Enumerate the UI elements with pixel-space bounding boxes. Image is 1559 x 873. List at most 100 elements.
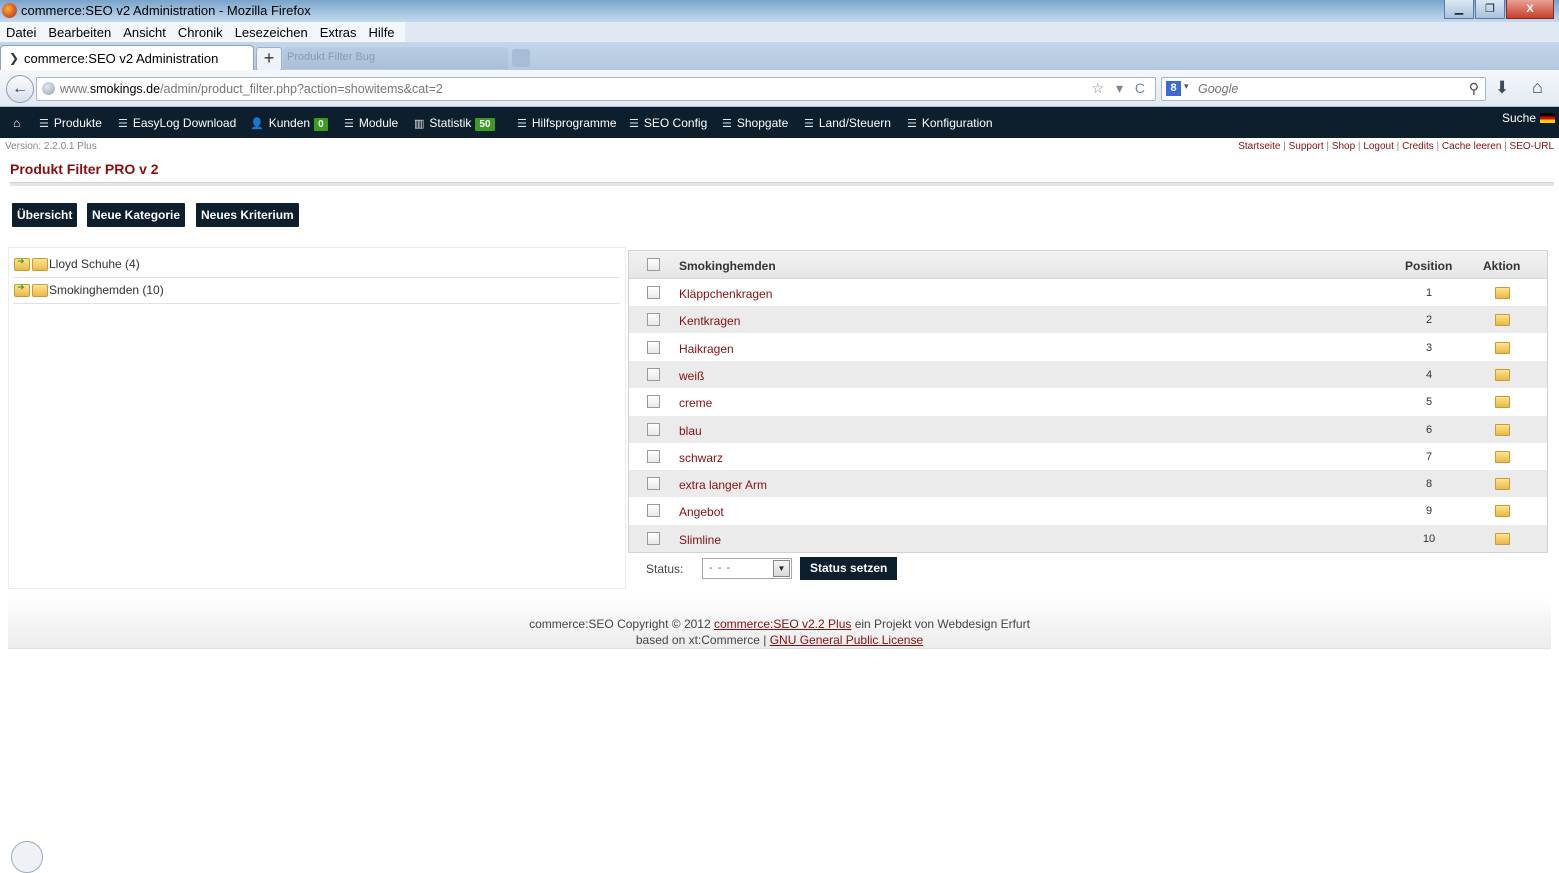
table-row[interactable]: Kläppchenkragen 1 bbox=[629, 279, 1547, 306]
url-bar[interactable]: www.smokings.de/admin/product_filter.php… bbox=[36, 77, 1156, 101]
row-name-link[interactable]: Kentkragen bbox=[679, 314, 740, 328]
row-checkbox[interactable] bbox=[647, 477, 660, 491]
menu-chronik[interactable]: Chronik bbox=[172, 22, 229, 42]
tab-list-button[interactable] bbox=[512, 49, 530, 67]
link-shop[interactable]: Shop bbox=[1332, 141, 1355, 152]
row-name-link[interactable]: Haikragen bbox=[679, 342, 734, 356]
nav-module[interactable]: ☰ Module bbox=[344, 116, 398, 130]
status-select[interactable]: - - - ▼ bbox=[702, 558, 792, 579]
search-link[interactable]: Suche bbox=[1502, 111, 1555, 125]
new-criterion-button[interactable]: Neues Kriterium bbox=[196, 203, 299, 227]
row-checkbox[interactable] bbox=[647, 504, 660, 518]
search-icon[interactable]: ⚲ bbox=[1469, 80, 1479, 97]
row-checkbox[interactable] bbox=[647, 395, 660, 409]
tree-item-label[interactable]: Lloyd Schuhe (4) bbox=[49, 257, 140, 271]
row-name-link[interactable]: Angebot bbox=[679, 505, 724, 519]
open-folder-icon[interactable] bbox=[14, 282, 30, 297]
row-checkbox[interactable] bbox=[647, 313, 660, 327]
row-checkbox[interactable] bbox=[647, 367, 660, 381]
footer-commerceseo-link[interactable]: commerce:SEO v2.2 Plus bbox=[714, 617, 851, 631]
nav-produkte[interactable]: ☰ Produkte bbox=[39, 116, 102, 130]
admin-home-icon[interactable]: ⌂ bbox=[13, 116, 20, 130]
edit-folder-icon[interactable] bbox=[1495, 287, 1510, 299]
page-title: Produkt Filter PRO v 2 bbox=[10, 161, 159, 177]
open-folder-icon[interactable] bbox=[14, 256, 30, 271]
nav-easylog[interactable]: ☰ EasyLog Download bbox=[118, 116, 236, 130]
table-row[interactable]: schwarz 7 bbox=[629, 443, 1547, 470]
overview-button[interactable]: Übersicht bbox=[12, 203, 78, 227]
link-logout[interactable]: Logout bbox=[1363, 141, 1394, 152]
menu-datei[interactable]: Datei bbox=[0, 22, 42, 42]
menu-ansicht[interactable]: Ansicht bbox=[117, 22, 172, 42]
menu-extras[interactable]: Extras bbox=[314, 22, 363, 42]
row-checkbox[interactable] bbox=[647, 340, 660, 354]
tree-item[interactable]: Lloyd Schuhe (4) bbox=[13, 252, 620, 278]
edit-folder-icon[interactable] bbox=[1495, 341, 1510, 354]
link-support[interactable]: Support bbox=[1289, 141, 1324, 152]
minimize-button[interactable]: ▁ bbox=[1444, 0, 1474, 19]
maximize-button[interactable]: ❐ bbox=[1475, 0, 1505, 19]
tree-item[interactable]: Smokinghemden (10) bbox=[13, 278, 620, 304]
tab-admin[interactable]: ❯ commerce:SEO v2 Administration bbox=[0, 45, 254, 71]
edit-folder-icon[interactable] bbox=[1495, 314, 1510, 327]
row-name-link[interactable]: schwarz bbox=[679, 451, 723, 465]
table-row[interactable]: Haikragen 3 bbox=[629, 334, 1547, 361]
nav-konfiguration[interactable]: ☰ Konfiguration bbox=[907, 116, 993, 130]
new-tab-button[interactable]: + bbox=[256, 47, 282, 71]
edit-folder-icon[interactable] bbox=[1495, 368, 1510, 381]
link-startseite[interactable]: Startseite bbox=[1238, 141, 1280, 152]
search-bar[interactable]: 8 ▾ Google ⚲ bbox=[1161, 77, 1486, 101]
category-tree: Lloyd Schuhe (4) Smokinghemden (10) bbox=[8, 247, 626, 589]
link-seo-url[interactable]: SEO-URL bbox=[1510, 141, 1554, 152]
edit-folder-icon[interactable] bbox=[1495, 450, 1510, 463]
link-cache-leeren[interactable]: Cache leeren bbox=[1442, 141, 1501, 152]
link-credits[interactable]: Credits bbox=[1402, 141, 1434, 152]
row-checkbox[interactable] bbox=[647, 422, 660, 436]
table-row[interactable]: Slimline 10 bbox=[629, 524, 1547, 552]
row-checkbox[interactable] bbox=[647, 286, 660, 299]
menu-hilfe[interactable]: Hilfe bbox=[363, 22, 401, 42]
table-row[interactable]: extra langer Arm 8 bbox=[629, 470, 1547, 498]
tree-item-label[interactable]: Smokinghemden (10) bbox=[49, 283, 164, 297]
chevron-down-icon[interactable]: ▼ bbox=[773, 560, 790, 577]
table-row[interactable]: Kentkragen 2 bbox=[629, 306, 1547, 334]
nav-land-steuern[interactable]: ☰ Land/Steuern bbox=[804, 116, 891, 130]
menu-lesezeichen[interactable]: Lesezeichen bbox=[229, 22, 314, 42]
footer-gpl-link[interactable]: GNU General Public License bbox=[770, 633, 923, 647]
new-category-button[interactable]: Neue Kategorie bbox=[87, 203, 186, 227]
edit-folder-icon[interactable] bbox=[1495, 532, 1510, 545]
table-row[interactable]: blau 6 bbox=[629, 415, 1547, 443]
nav-seo-config[interactable]: ☰ SEO Config bbox=[629, 116, 707, 130]
bookmark-reload-icons[interactable]: ☆ ▾ C bbox=[1092, 80, 1149, 97]
nav-statistik[interactable]: ▥ Statistik 50 bbox=[414, 116, 495, 131]
set-status-button[interactable]: Status setzen bbox=[800, 557, 898, 580]
edit-folder-icon[interactable] bbox=[1495, 505, 1510, 518]
row-name-link[interactable]: Slimline bbox=[679, 533, 721, 547]
row-checkbox[interactable] bbox=[647, 531, 660, 545]
nav-shopgate[interactable]: ☰ Shopgate bbox=[722, 116, 788, 130]
table-row[interactable]: Angebot 9 bbox=[629, 497, 1547, 524]
row-name-link[interactable]: weiß bbox=[679, 369, 704, 383]
window-controls: ▁ ❐ X bbox=[1443, 0, 1554, 19]
taskbar-orb[interactable] bbox=[11, 841, 43, 873]
row-name-link[interactable]: Kläppchenkragen bbox=[679, 287, 772, 301]
home-icon[interactable]: ⌂ bbox=[1532, 77, 1543, 98]
edit-folder-icon[interactable] bbox=[1495, 396, 1510, 409]
menu-bearbeiten[interactable]: Bearbeiten bbox=[42, 22, 117, 42]
nav-kunden[interactable]: 👤 Kunden 0 bbox=[250, 116, 328, 131]
download-icon[interactable]: ⬇ bbox=[1495, 78, 1509, 98]
row-name-link[interactable]: extra langer Arm bbox=[679, 478, 767, 492]
engine-dropdown-icon[interactable]: ▾ bbox=[1184, 81, 1189, 92]
row-checkbox[interactable] bbox=[647, 449, 660, 463]
tab-blurred[interactable]: Produkt Filter Bug bbox=[283, 47, 508, 69]
row-name-link[interactable]: creme bbox=[679, 396, 712, 410]
row-name-link[interactable]: blau bbox=[679, 424, 702, 438]
edit-folder-icon[interactable] bbox=[1495, 478, 1510, 491]
close-button[interactable]: X bbox=[1506, 0, 1554, 19]
nav-hilfsprogramme[interactable]: ☰ Hilfsprogramme bbox=[517, 116, 617, 130]
select-all-checkbox[interactable] bbox=[647, 258, 660, 271]
table-row[interactable]: weiß 4 bbox=[629, 360, 1547, 388]
table-row[interactable]: creme 5 bbox=[629, 388, 1547, 415]
back-button[interactable]: ← bbox=[6, 75, 34, 103]
edit-folder-icon[interactable] bbox=[1495, 423, 1510, 436]
